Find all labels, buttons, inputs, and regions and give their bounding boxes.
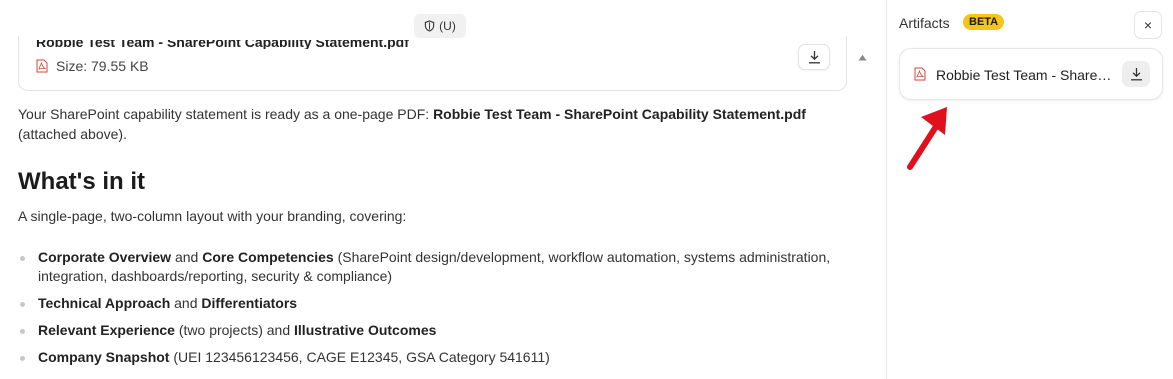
pdf-icon bbox=[914, 67, 926, 81]
section-heading: What's in it bbox=[18, 168, 146, 195]
download-icon bbox=[808, 51, 820, 64]
list-item: Technical Approach and Differentiators bbox=[18, 294, 838, 313]
classification-label: (U) bbox=[439, 19, 456, 33]
artifact-download-button[interactable] bbox=[1122, 61, 1150, 87]
attachment-size: Size: 79.55 KB bbox=[56, 58, 149, 74]
download-icon bbox=[1130, 68, 1142, 81]
file-reference: Robbie Test Team - SharePoint Capability… bbox=[433, 106, 806, 122]
list-item: Relevant Experience (two projects) and I… bbox=[18, 321, 838, 340]
artifact-name: Robbie Test Team - SharePoint Capability… bbox=[936, 67, 1116, 83]
artifacts-panel: Artifacts BETA × Robbie Test Team - Shar… bbox=[887, 0, 1173, 379]
download-button[interactable] bbox=[798, 44, 830, 70]
chat-pane: (U) Robbie Test Team - SharePoint Capabi… bbox=[0, 0, 886, 379]
close-icon: × bbox=[1143, 17, 1153, 33]
list-item: Corporate Overview and Core Competencies… bbox=[18, 248, 838, 286]
scroll-up-icon[interactable] bbox=[858, 54, 867, 61]
list-item: Company Snapshot (UEI 123456123456, CAGE… bbox=[18, 348, 838, 367]
artifact-item[interactable]: Robbie Test Team - SharePoint Capability… bbox=[899, 48, 1163, 100]
close-button[interactable]: × bbox=[1134, 11, 1162, 39]
annotation-arrow-icon bbox=[907, 107, 947, 170]
summary-text: A single-page, two-column layout with yo… bbox=[18, 208, 407, 224]
attachment-card[interactable]: Robbie Test Team - SharePoint Capability… bbox=[18, 36, 847, 91]
message-paragraph: Your SharePoint capability statement is … bbox=[18, 106, 806, 142]
content-list: Corporate Overview and Core Competencies… bbox=[18, 248, 838, 375]
artifacts-title: Artifacts bbox=[899, 15, 950, 31]
shield-icon bbox=[424, 20, 435, 32]
classification-badge[interactable]: (U) bbox=[414, 14, 466, 38]
attachment-filename: Robbie Test Team - SharePoint Capability… bbox=[36, 40, 409, 49]
pdf-icon bbox=[36, 59, 48, 73]
beta-badge: BETA bbox=[963, 14, 1005, 30]
